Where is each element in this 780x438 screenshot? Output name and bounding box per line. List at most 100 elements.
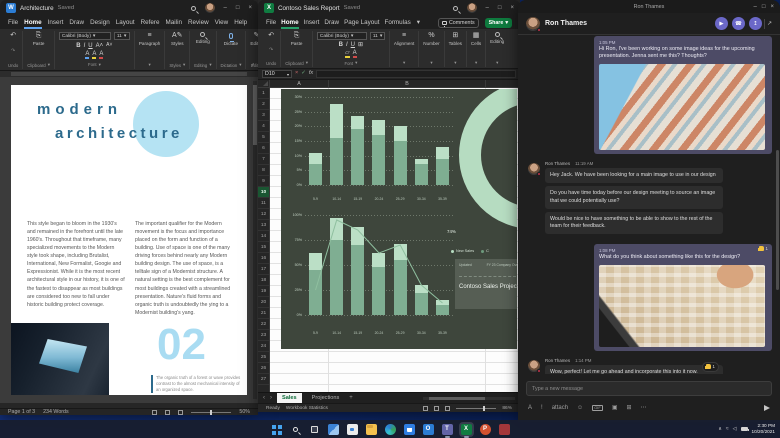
tab-insert[interactable]: Insert	[48, 16, 64, 29]
row-header-1[interactable]: 1	[258, 88, 269, 99]
bold-button[interactable]: B	[76, 43, 80, 49]
sheet-tab-sales[interactable]: Sales	[277, 393, 302, 403]
tab-review[interactable]: Review	[188, 16, 209, 29]
search-icon[interactable]	[453, 6, 458, 11]
start-taskbar-icon[interactable]	[271, 424, 282, 435]
chat-scrollbar[interactable]	[776, 150, 779, 290]
row-header-14[interactable]: 14	[258, 231, 269, 242]
new-sheet-icon[interactable]: +	[349, 395, 353, 401]
row-header-4[interactable]: 4	[258, 121, 269, 132]
row-header-5[interactable]: 5	[258, 132, 269, 143]
row-header-22[interactable]: 22	[258, 319, 269, 330]
tables-button[interactable]: ⊞ Tables	[449, 32, 462, 46]
undo-icon[interactable]: ↶	[268, 32, 274, 39]
paragraph-button[interactable]: ≡ Paragraph	[139, 32, 160, 46]
enter-icon[interactable]: ✓	[301, 71, 306, 77]
column-header-a[interactable]: A	[270, 80, 329, 87]
contact-avatar[interactable]	[528, 360, 540, 372]
tab-view[interactable]: View	[215, 16, 229, 29]
row-header-26[interactable]: 26	[258, 363, 269, 374]
tab-mailin[interactable]: Mailin	[166, 16, 182, 29]
dictate-button[interactable]: Dictate	[224, 32, 238, 46]
tab-formulas[interactable]: Formulas	[384, 16, 410, 29]
sheet-next-icon[interactable]: ›	[270, 395, 272, 401]
close-button[interactable]: ×	[510, 5, 514, 11]
wifi-icon[interactable]: ≈	[726, 427, 729, 432]
sticker-icon[interactable]: ▣	[612, 405, 618, 411]
number-button[interactable]: % Number	[423, 32, 439, 46]
row-header-8[interactable]: 8	[258, 165, 269, 176]
font-size-select[interactable]: 11▾	[114, 32, 130, 40]
tab-page-layout[interactable]: Page Layout	[344, 16, 379, 29]
screen-share-button[interactable]: ↥	[749, 17, 762, 30]
redo-icon[interactable]: ↷	[269, 48, 273, 53]
page-layout-icon[interactable]	[434, 406, 439, 411]
sales-dashboard[interactable]: 30%25%20%15%10%5%0%5-910-1415-1920-2425-…	[281, 89, 517, 349]
font-name-select[interactable]: Calibri (Body)▾	[59, 32, 111, 40]
tab-help[interactable]: Help	[234, 16, 247, 29]
editing-button[interactable]: Editing	[490, 32, 504, 44]
audio-call-button[interactable]: ☎	[732, 17, 745, 30]
select-all-corner[interactable]	[258, 80, 270, 87]
redo-icon[interactable]: ↷	[11, 49, 15, 54]
document-page[interactable]: modern architecture This style began to …	[11, 85, 247, 395]
gif-icon[interactable]: GIF	[592, 405, 603, 411]
zoom-slider[interactable]	[456, 408, 496, 409]
font-name-select[interactable]: Calibri (Body)▾	[317, 32, 367, 40]
chat-titlebar[interactable]: Ron Thames – □ ×	[518, 0, 780, 13]
row-header-2[interactable]: 2	[258, 99, 269, 110]
bold-button[interactable]: B	[339, 42, 343, 48]
message-input[interactable]	[526, 381, 772, 396]
column-header-c[interactable]	[486, 80, 520, 87]
row-header-16[interactable]: 16	[258, 253, 269, 264]
maximize-button[interactable]: □	[498, 5, 502, 11]
row-header-15[interactable]: 15	[258, 242, 269, 253]
italic-button[interactable]: I	[346, 42, 348, 48]
zoom-level[interactable]: 50%	[239, 409, 250, 415]
search-icon[interactable]	[191, 6, 196, 11]
thumbs-up-reaction[interactable]: 1	[759, 246, 768, 251]
building-facade-image[interactable]	[599, 64, 765, 150]
sheet-prev-icon[interactable]: ‹	[263, 395, 265, 401]
row-header-21[interactable]: 21	[258, 308, 269, 319]
user-avatar[interactable]	[467, 3, 477, 13]
share-button[interactable]: Share▾	[485, 18, 512, 28]
editing-button[interactable]: Editing	[196, 32, 210, 44]
print-layout-icon[interactable]	[165, 410, 170, 415]
page-break-icon[interactable]	[445, 406, 450, 411]
red-taskbar-icon[interactable]	[499, 424, 510, 435]
alignment-button[interactable]: ≡ Alignment	[394, 32, 414, 46]
zoom-level[interactable]: 86%	[502, 406, 512, 411]
read-mode-icon[interactable]	[152, 410, 157, 415]
excel-taskbar-icon[interactable]: X	[461, 424, 472, 435]
close-button[interactable]: ×	[248, 5, 252, 11]
close-button[interactable]: ×	[770, 4, 774, 10]
word-titlebar[interactable]: W Architecture Saved – □ ×	[0, 0, 258, 16]
tab-insert[interactable]: Insert	[304, 16, 320, 29]
user-avatar[interactable]	[205, 3, 215, 13]
workbook-statistics[interactable]: Workbook Statistics	[286, 406, 328, 411]
row-header-13[interactable]: 13	[258, 220, 269, 231]
web-layout-icon[interactable]	[178, 410, 183, 415]
paste-button[interactable]: ⎘ Paste	[291, 32, 303, 46]
row-header-7[interactable]: 7	[258, 154, 269, 165]
font-color-button[interactable]: A	[99, 51, 103, 59]
fx-icon[interactable]: fx	[309, 71, 313, 77]
grow-font-button[interactable]: A˄	[96, 43, 104, 49]
zoom-slider[interactable]	[191, 412, 231, 413]
tab-draw[interactable]: Draw	[69, 16, 84, 29]
chat-taskbar-icon[interactable]	[347, 424, 358, 435]
tray-chevron-icon[interactable]: ∧	[718, 427, 722, 432]
store-taskbar-icon[interactable]	[404, 424, 415, 435]
clock[interactable]: 2:30 PM 10/20/2021	[752, 423, 775, 435]
video-call-button[interactable]: ▶	[715, 17, 728, 30]
minimize-button[interactable]: –	[224, 5, 227, 11]
tab-layout[interactable]: Layout	[116, 16, 135, 29]
popout-icon[interactable]: ↗	[767, 20, 772, 27]
volume-icon[interactable]: ◁	[733, 427, 737, 432]
ribbon-more-icon[interactable]: ▾	[417, 16, 420, 29]
row-header-3[interactable]: 3	[258, 110, 269, 121]
name-box[interactable]: D10▾	[262, 70, 292, 78]
cells-button[interactable]: ▦ Cells	[471, 32, 481, 46]
borders-button[interactable]: ⊞	[358, 42, 363, 48]
